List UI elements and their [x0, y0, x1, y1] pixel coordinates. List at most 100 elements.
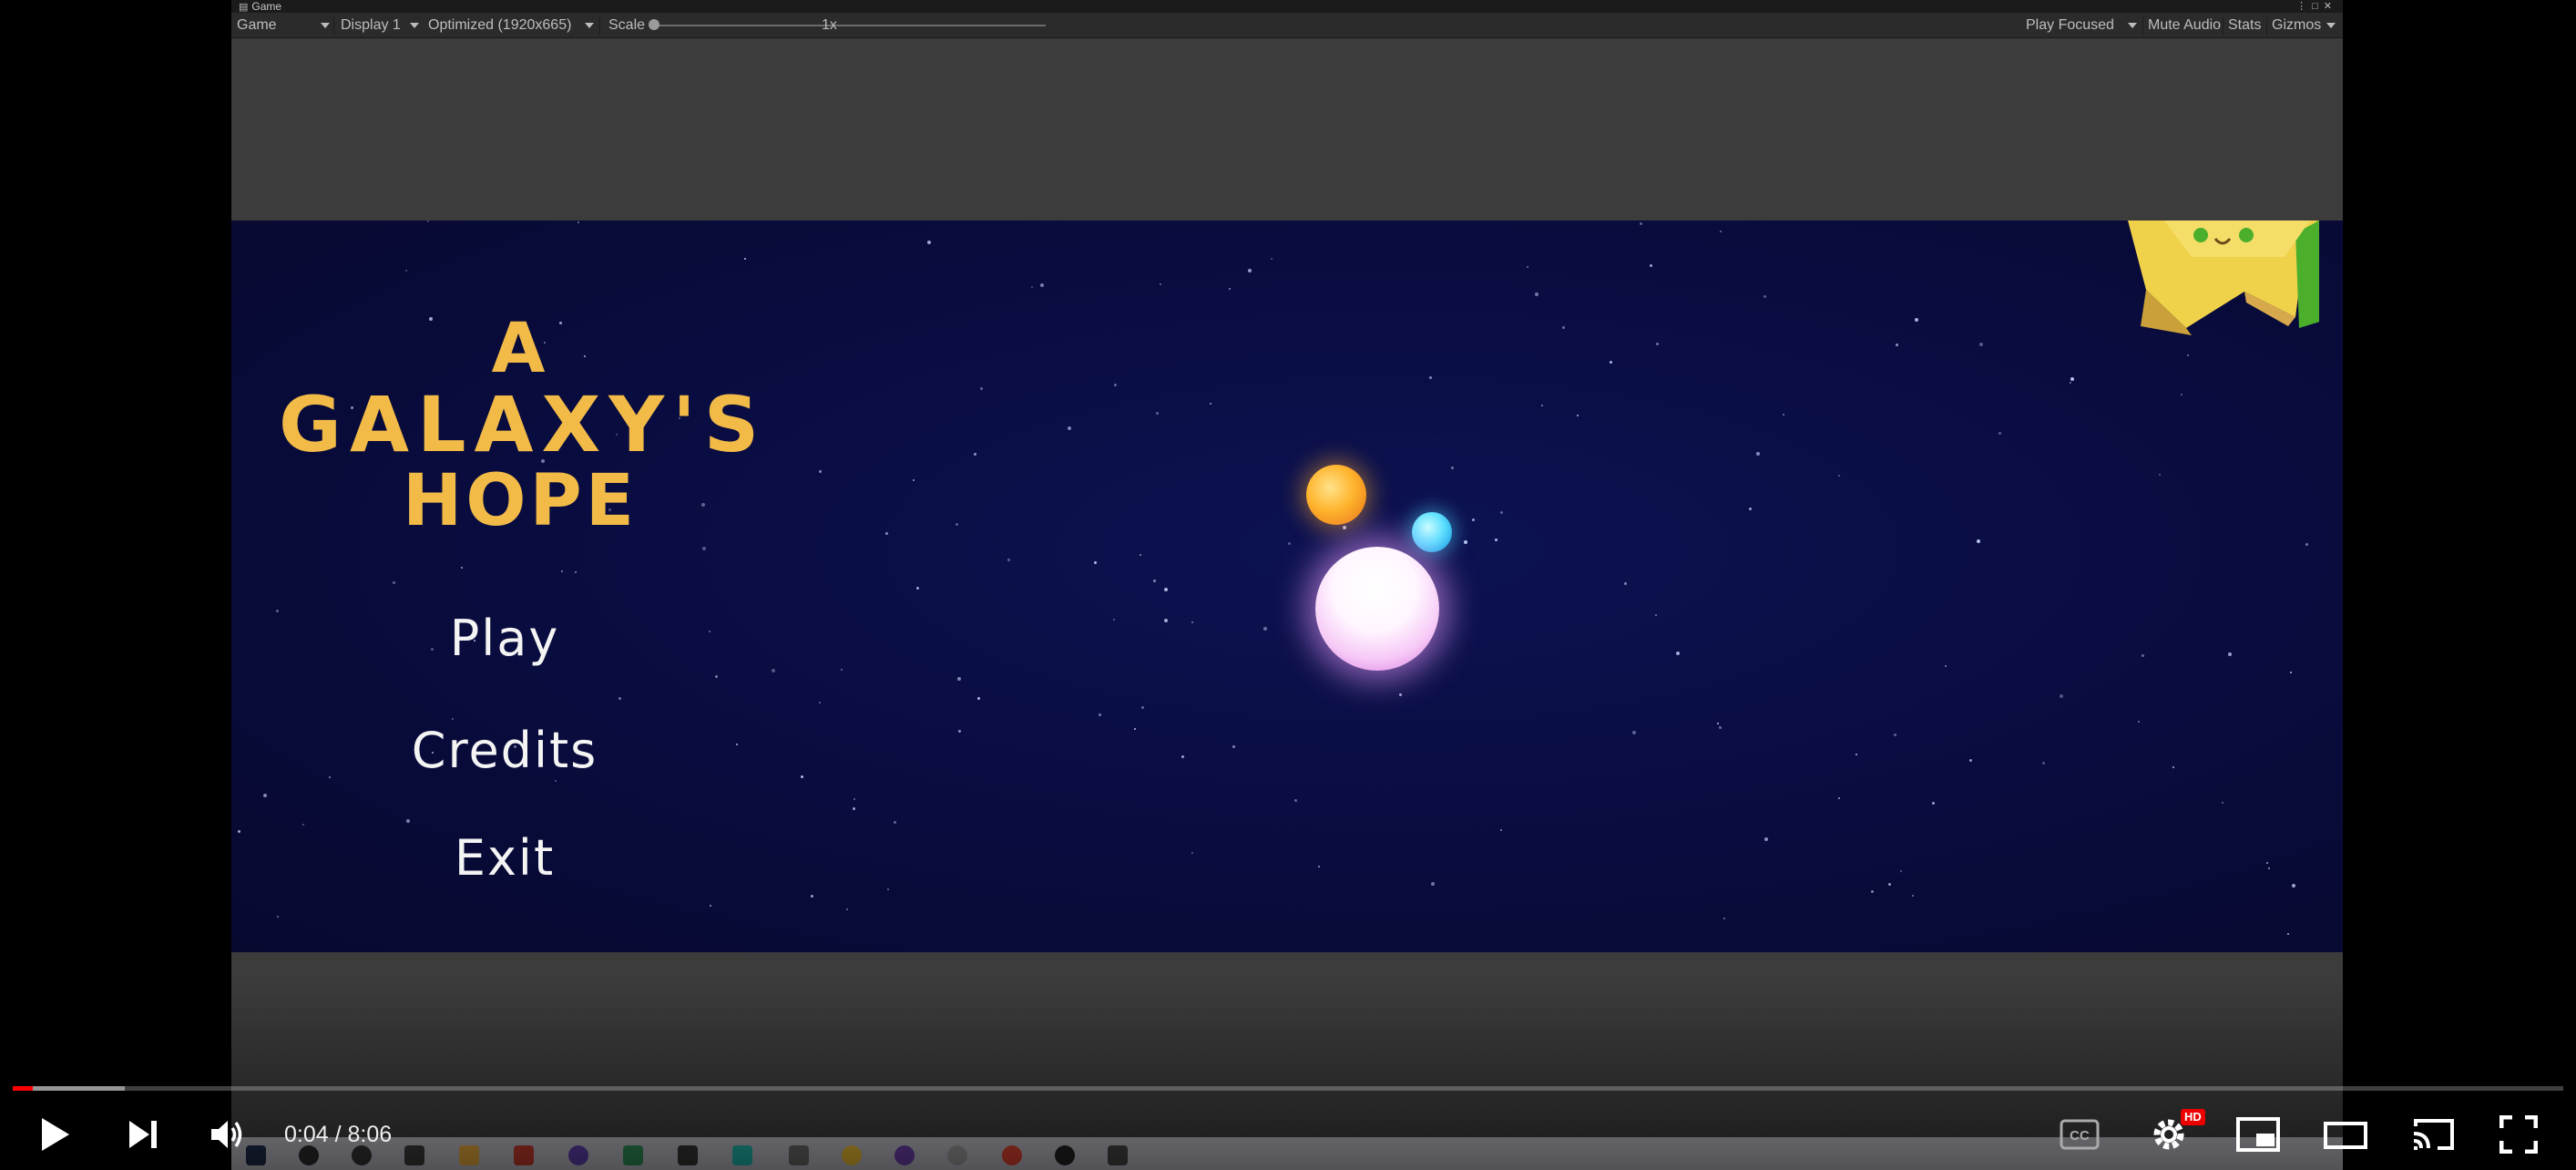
background-star [1099, 713, 1101, 716]
next-icon [129, 1121, 157, 1148]
exit-button-label: Exit [454, 829, 556, 887]
progress-bar[interactable] [13, 1086, 2563, 1091]
background-star [2305, 543, 2308, 546]
time-display: 0:04 / 8:06 [284, 1122, 393, 1147]
background-star [461, 567, 463, 569]
background-star [1717, 723, 1719, 724]
gizmos-chevron-down-icon[interactable] [2326, 23, 2336, 28]
background-star [1535, 292, 1538, 296]
game-viewport[interactable]: A GALAXY'S HOPE Play Credits Exit [231, 221, 2343, 952]
background-star [2042, 762, 2045, 765]
background-star [2138, 721, 2140, 723]
background-star [561, 570, 563, 572]
background-star [710, 905, 711, 907]
window-tab-bar: ▤ Game ⋮□✕ [231, 0, 2343, 13]
background-star [2228, 652, 2232, 656]
background-star [427, 221, 429, 222]
background-star [1783, 414, 1784, 416]
background-star [1977, 539, 1980, 543]
close-icon[interactable]: ✕ [2324, 1, 2337, 12]
background-star [801, 775, 803, 778]
background-star [1263, 627, 1267, 631]
background-star [1181, 755, 1184, 758]
captions-icon: CC [2060, 1119, 2100, 1150]
theater-mode-button[interactable] [2323, 1120, 2368, 1151]
background-star [977, 697, 980, 700]
background-star [1191, 852, 1193, 854]
background-star [393, 581, 395, 584]
background-star [744, 258, 746, 260]
more-options-icon[interactable]: ⋮ [2296, 1, 2312, 12]
background-star [956, 523, 958, 526]
background-star [1764, 837, 1768, 841]
background-star [1894, 734, 1896, 736]
title-line-2: GALAXY'S [279, 379, 768, 469]
background-star [1343, 526, 1346, 529]
background-star [885, 532, 888, 535]
play-button[interactable] [33, 1112, 78, 1157]
cast-button[interactable] [2408, 1116, 2458, 1153]
mute-audio-toggle[interactable]: Mute Audio [2148, 13, 2221, 38]
background-star [452, 718, 454, 720]
view-dropdown[interactable]: Game [237, 13, 277, 38]
background-star [1541, 405, 1543, 406]
background-star [1113, 619, 1115, 621]
background-star [1134, 728, 1136, 730]
resolution-dropdown-label: Optimized (1920x665) [428, 17, 572, 33]
game-title-logo: A GALAXY'S HOPE [279, 312, 762, 539]
hd-badge: HD [2181, 1109, 2205, 1125]
gizmos-toggle[interactable]: Gizmos [2272, 13, 2321, 38]
background-star [853, 807, 855, 810]
background-star [1271, 258, 1273, 260]
background-star [1399, 693, 1402, 696]
maximize-icon[interactable]: □ [2312, 1, 2324, 12]
background-star [1912, 895, 1914, 897]
background-star [1632, 731, 1636, 734]
background-star [1040, 283, 1044, 287]
svg-text:CC: CC [2070, 1128, 2090, 1144]
captions-button[interactable]: CC [2059, 1118, 2101, 1151]
game-tab[interactable]: ▤ Game [239, 0, 281, 13]
credits-button-label: Credits [411, 722, 598, 779]
theater-icon [2324, 1122, 2367, 1149]
play-mode-dropdown[interactable]: Play Focused [2026, 13, 2114, 38]
background-star [709, 631, 710, 632]
background-star [1229, 288, 1231, 290]
background-star [1248, 269, 1252, 272]
background-star [1429, 376, 1432, 379]
display-dropdown[interactable]: Display 1 [341, 13, 401, 38]
background-star [980, 387, 983, 390]
volume-button[interactable] [206, 1114, 251, 1155]
background-star [811, 895, 813, 898]
next-button[interactable] [122, 1114, 164, 1155]
display-dropdown-chevron-down-icon [410, 23, 419, 28]
play-icon [42, 1118, 69, 1151]
blue-planet [1412, 512, 1452, 552]
background-star [715, 675, 718, 678]
background-star [1577, 415, 1579, 416]
background-star [958, 730, 961, 733]
play-button-label: Play [449, 610, 560, 667]
background-star [1007, 559, 1010, 561]
scale-slider-track[interactable] [652, 25, 1046, 26]
background-star [1650, 264, 1652, 267]
background-star [846, 908, 848, 910]
background-star [1624, 582, 1627, 585]
background-star [578, 221, 579, 223]
background-star [1156, 412, 1159, 415]
background-star [1610, 361, 1612, 364]
resolution-dropdown[interactable]: Optimized (1920x665) [428, 13, 571, 38]
background-star [2292, 884, 2295, 888]
toolbar-divider [333, 16, 334, 35]
background-star [854, 798, 855, 800]
title-line-1: A [491, 307, 549, 388]
stats-toggle[interactable]: Stats [2228, 13, 2261, 38]
miniplayer-button[interactable] [2235, 1116, 2281, 1153]
background-star [1068, 426, 1071, 430]
background-star [1031, 286, 1033, 288]
background-star [1979, 343, 1983, 346]
fullscreen-button[interactable] [2498, 1114, 2540, 1155]
background-star [1888, 883, 1891, 886]
orange-planet [1306, 465, 1366, 525]
scale-slider-handle[interactable] [649, 19, 659, 30]
